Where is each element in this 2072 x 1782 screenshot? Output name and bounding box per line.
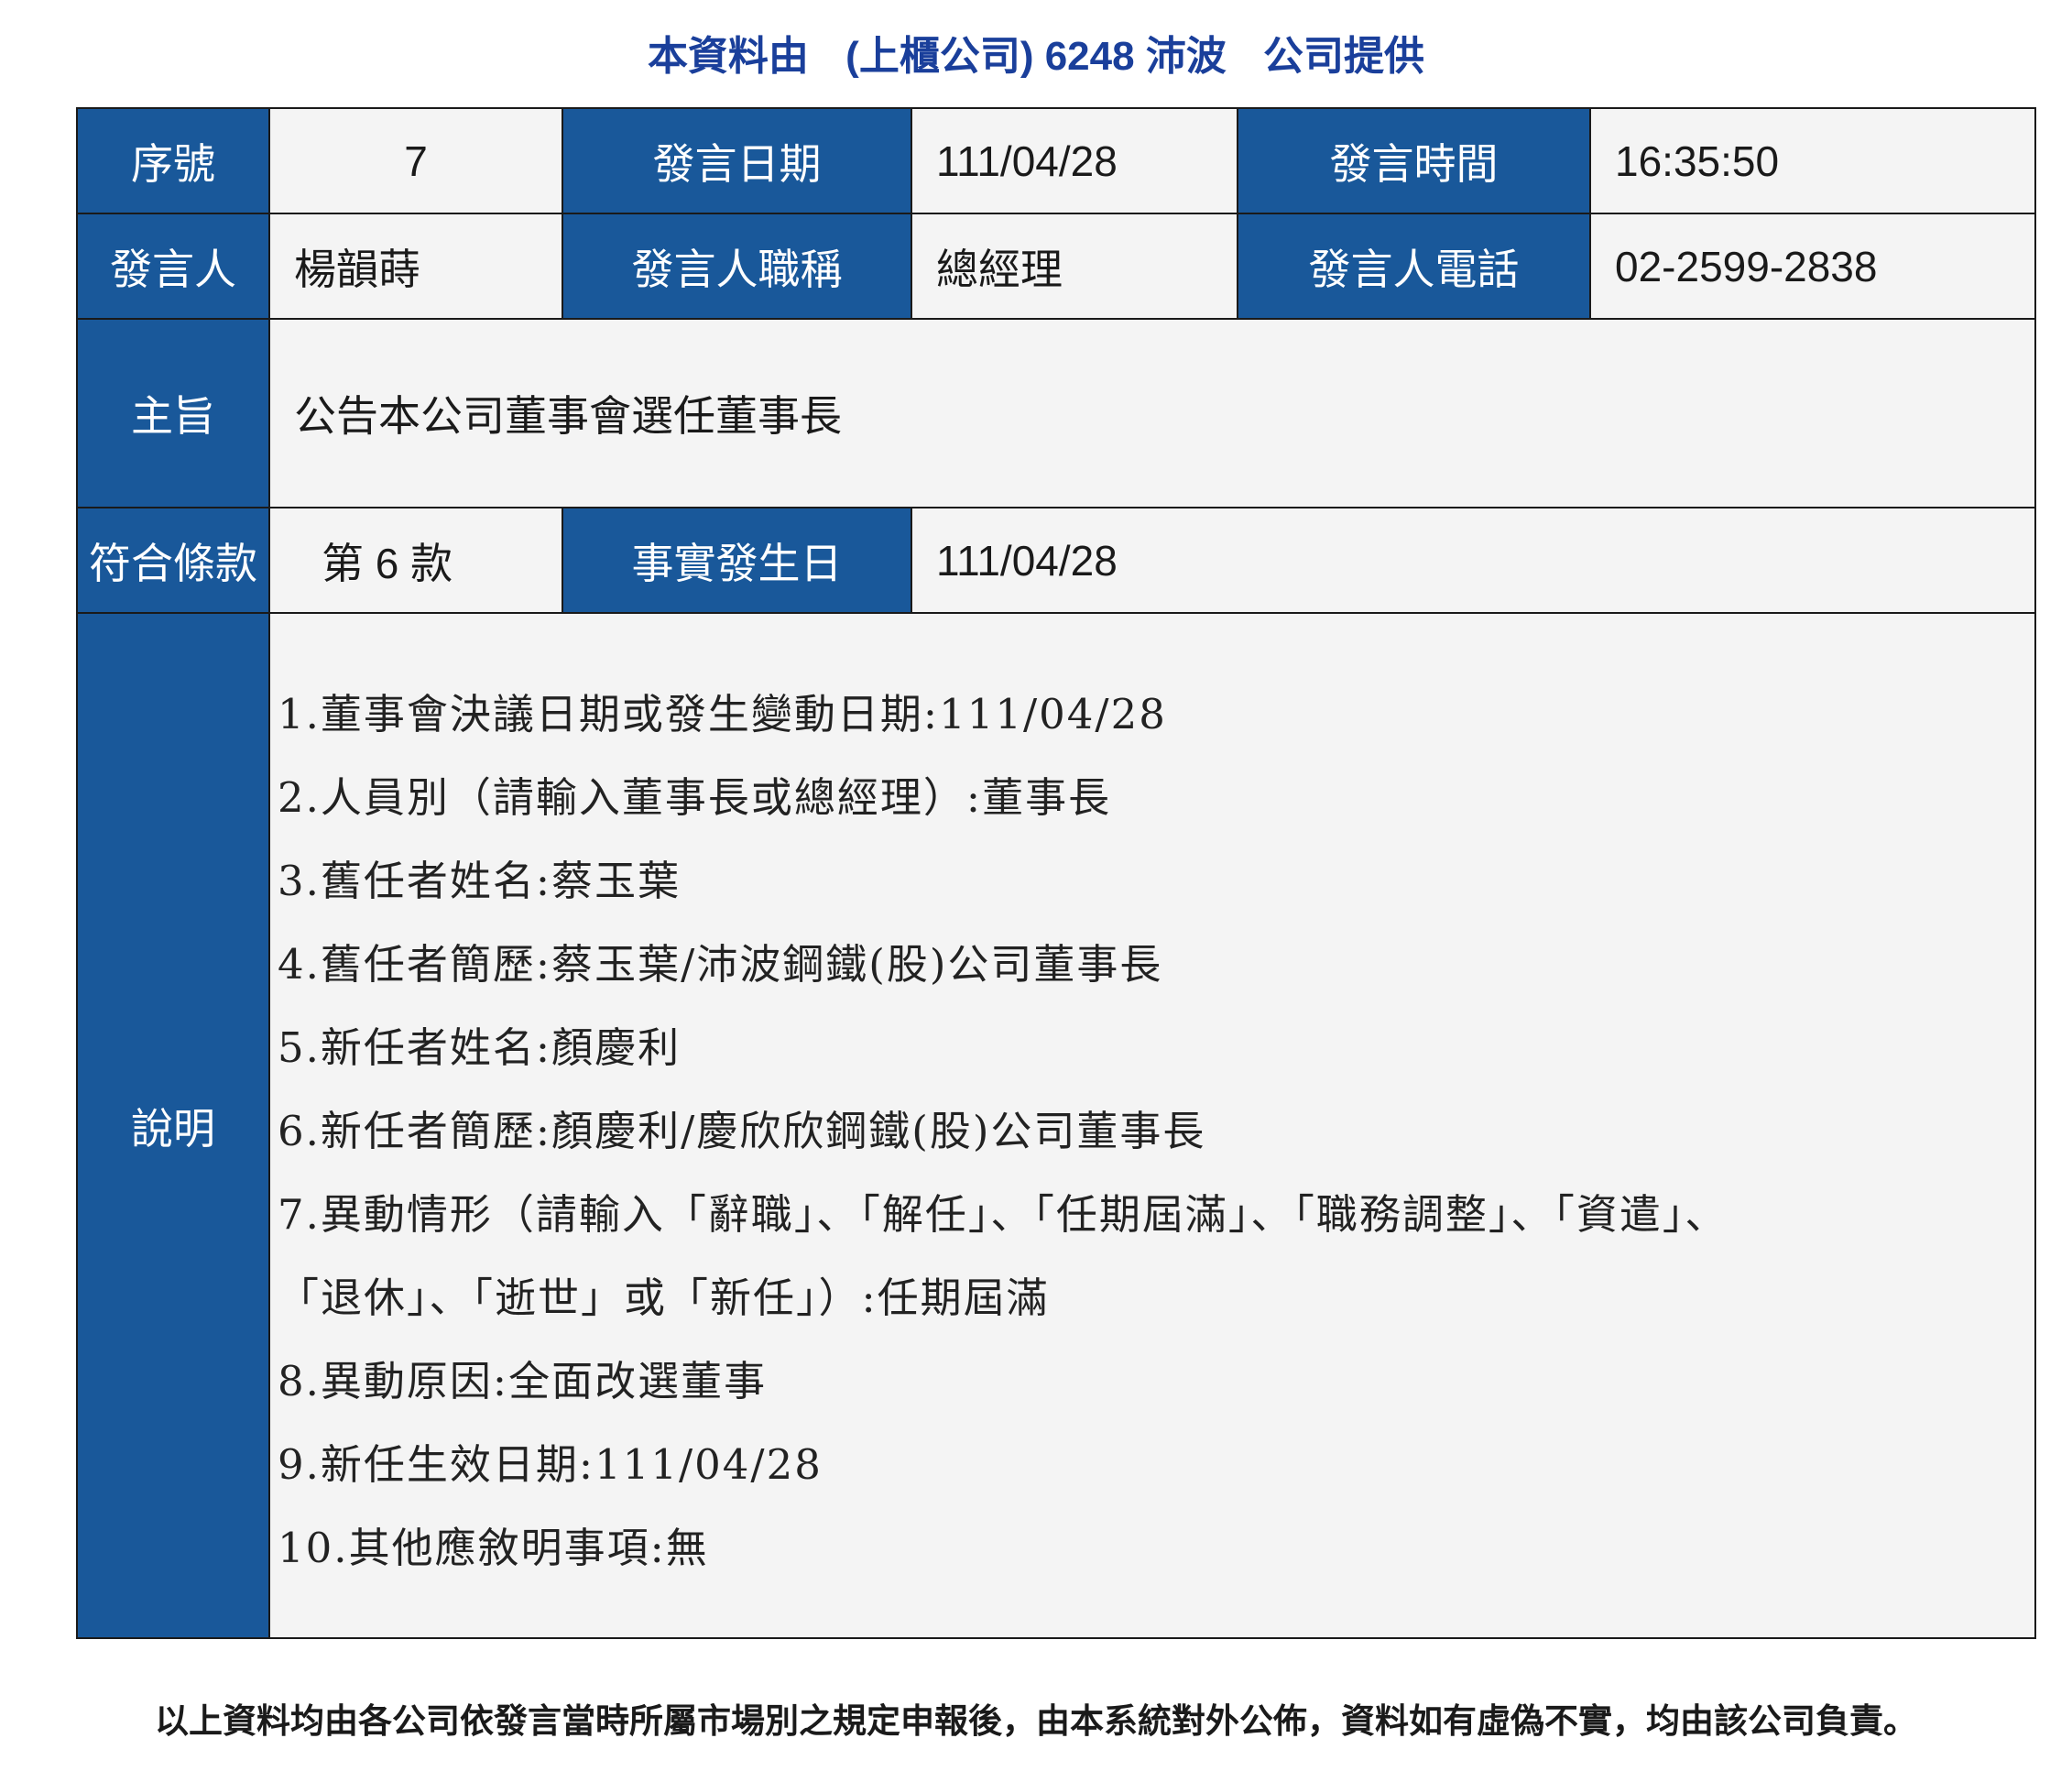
speaker-title-value: 總經理 [911,213,1238,320]
header-provider-suffix: 公司提供 [1263,34,1425,79]
description-line: 2.人員別（請輸入董事長或總經理）:董事長 [278,773,1112,822]
speaker-title-label: 發言人職稱 [562,213,912,320]
announcement-table: 序號 7 發言日期 111/04/28 發言時間 16:35:50 發言人 楊韻… [76,107,2036,1639]
header-provided-by: 本資料由 [647,34,809,79]
disclaimer-footer: 以上資料均由各公司依發言當時所屬市場別之規定申報後，由本系統對外公佈，資料如有虛… [155,1701,1917,1741]
description-line: 10.其他應敘明事項:無 [278,1524,709,1572]
time-value: 16:35:50 [1589,107,2036,214]
description-line: 「退休」、「逝世」或「新任」）:任期屆滿 [278,1274,1050,1322]
description-body: 1.董事會決議日期或發生變動日期:111/04/28 2.人員別（請輸入董事長或… [268,612,2036,1639]
description-line: 1.董事會決議日期或發生變動日期:111/04/28 [278,690,1167,738]
fact-date-value: 111/04/28 [911,507,2036,614]
description-line: 7.異動情形（請輸入「辭職」、「解任」、「任期屆滿」、「職務調整」、「資遣」、 [278,1190,1728,1239]
clause-value: 第 6 款 [268,507,563,614]
fact-date-label: 事實發生日 [562,507,912,614]
speaker-value: 楊韻蒔 [268,213,563,320]
speaker-label: 發言人 [76,213,270,320]
page-header: 本資料由 (上櫃公司) 6248 沛波 公司提供 [0,16,2072,97]
seq-label: 序號 [76,107,270,214]
phone-label: 發言人電話 [1237,213,1591,320]
clause-label: 符合條款 [76,507,270,614]
header-company: (上櫃公司) 6248 沛波 [845,34,1227,79]
subject-value: 公告本公司董事會選任董事長 [268,318,2036,508]
seq-value: 7 [268,107,563,214]
description-line: 5.新任者姓名:顏慶利 [278,1023,682,1072]
description-label: 說明 [76,612,270,1639]
description-line: 3.舊任者姓名:蔡玉葉 [278,857,682,905]
date-label: 發言日期 [562,107,912,214]
description-line: 8.異動原因:全面改選董事 [278,1357,768,1405]
subject-label: 主旨 [76,318,270,508]
phone-value: 02-2599-2838 [1589,213,2036,320]
description-line: 6.新任者簡歷:顏慶利/慶欣欣鋼鐵(股)公司董事長 [278,1107,1206,1155]
date-value: 111/04/28 [911,107,1238,214]
time-label: 發言時間 [1237,107,1591,214]
description-line: 4.舊任者簡歷:蔡玉葉/沛波鋼鐵(股)公司董事長 [278,940,1163,989]
description-line: 9.新任生效日期:111/04/28 [278,1440,823,1489]
